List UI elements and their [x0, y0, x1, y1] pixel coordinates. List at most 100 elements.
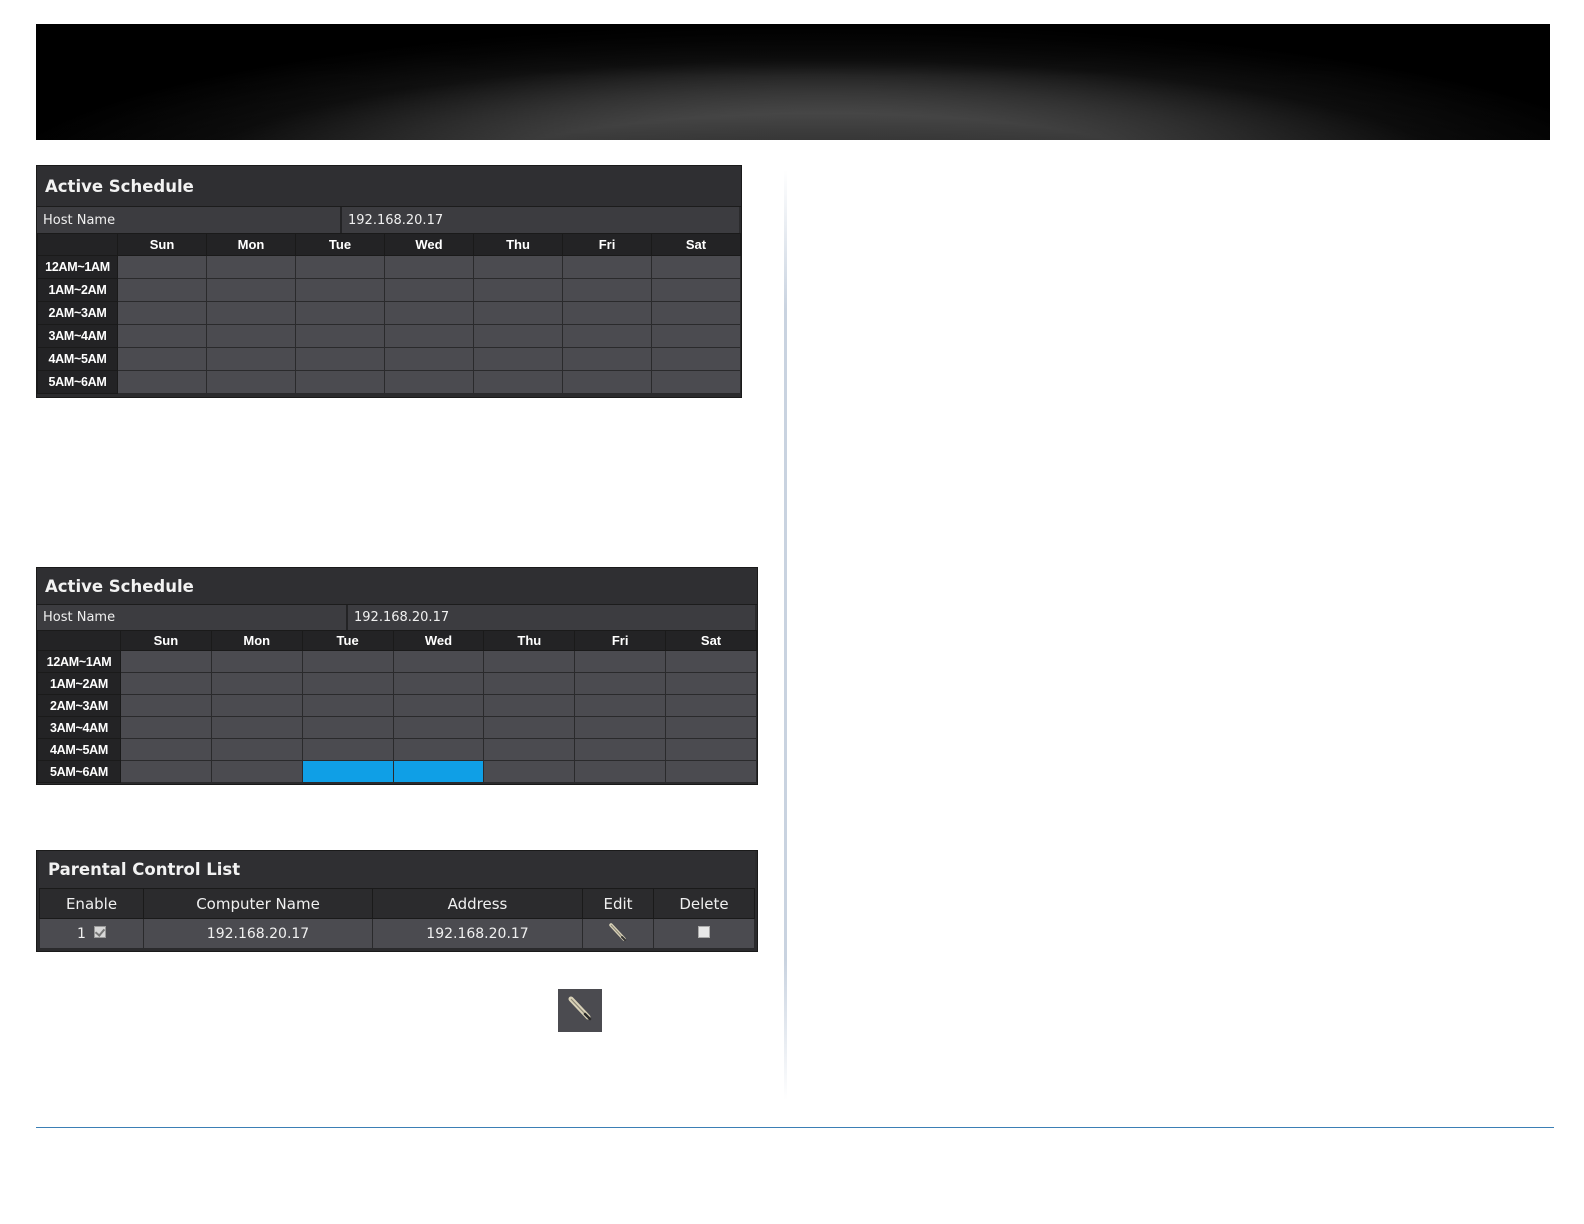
schedule-cell[interactable]: [665, 694, 757, 717]
schedule-cell[interactable]: [120, 694, 212, 717]
schedule-cell[interactable]: [295, 301, 385, 325]
schedule-cell[interactable]: [384, 347, 474, 371]
schedule-cell[interactable]: [574, 672, 667, 695]
schedule-cell[interactable]: [483, 672, 576, 695]
schedule-cell[interactable]: [483, 716, 576, 739]
schedule-cell[interactable]: [483, 738, 576, 761]
schedule-cell[interactable]: [120, 738, 212, 761]
hour-label: 12AM~1AM: [37, 650, 121, 673]
schedule-cell[interactable]: [206, 278, 296, 302]
schedule-cell[interactable]: [665, 716, 757, 739]
schedule-cell[interactable]: [665, 760, 757, 783]
schedule-cell[interactable]: [210, 738, 303, 761]
schedule-cell[interactable]: [120, 672, 212, 695]
schedule-cell[interactable]: [295, 347, 385, 371]
schedule-cell[interactable]: [562, 370, 652, 394]
schedule-cell[interactable]: [117, 347, 207, 371]
schedule-cell[interactable]: [392, 672, 485, 695]
schedule-cell[interactable]: [562, 255, 652, 279]
day-header-mon: Mon: [210, 630, 303, 651]
schedule-cell[interactable]: [206, 347, 296, 371]
schedule-cell[interactable]: [651, 278, 741, 302]
schedule-row: 5AM~6AM: [37, 370, 741, 394]
schedule-cell[interactable]: [665, 672, 757, 695]
schedule-cell[interactable]: [473, 324, 563, 348]
schedule-cell[interactable]: [392, 738, 485, 761]
enable-checkbox[interactable]: [93, 925, 106, 938]
delete-checkbox[interactable]: [698, 925, 710, 938]
schedule-cell[interactable]: [120, 760, 212, 783]
schedule-cell[interactable]: [574, 760, 667, 783]
schedule-cell[interactable]: [392, 650, 485, 673]
schedule-cell[interactable]: [651, 324, 741, 348]
schedule-cell[interactable]: [301, 716, 394, 739]
schedule-cell[interactable]: [210, 760, 303, 783]
schedule-cell[interactable]: [651, 255, 741, 279]
schedule-cell[interactable]: [392, 716, 485, 739]
schedule-cell[interactable]: [665, 738, 757, 761]
schedule-cell[interactable]: [473, 301, 563, 325]
schedule-cell[interactable]: [562, 324, 652, 348]
schedule-cell[interactable]: [384, 301, 474, 325]
schedule-cell[interactable]: [473, 278, 563, 302]
schedule-cell[interactable]: [117, 370, 207, 394]
schedule-cell[interactable]: [301, 694, 394, 717]
schedule-cell[interactable]: [473, 347, 563, 371]
schedule-cell[interactable]: [117, 301, 207, 325]
schedule-cell[interactable]: [301, 672, 394, 695]
hour-label: 12AM~1AM: [37, 255, 118, 279]
schedule-cell[interactable]: [120, 716, 212, 739]
schedule-cell[interactable]: [301, 650, 394, 673]
schedule-cell[interactable]: [473, 255, 563, 279]
schedule-cell[interactable]: [295, 324, 385, 348]
schedule-cell[interactable]: [301, 760, 394, 783]
schedule-cell[interactable]: [651, 370, 741, 394]
row-index: 1: [77, 925, 86, 942]
column-header-computer-name: Computer Name: [143, 888, 373, 919]
pencil-icon[interactable]: [607, 921, 629, 947]
schedule-cell[interactable]: [206, 255, 296, 279]
schedule-cell[interactable]: [562, 301, 652, 325]
schedule-cell[interactable]: [483, 694, 576, 717]
schedule-cell[interactable]: [295, 370, 385, 394]
schedule-cell[interactable]: [651, 347, 741, 371]
schedule-cell[interactable]: [117, 324, 207, 348]
schedule-cell[interactable]: [206, 301, 296, 325]
schedule-cell[interactable]: [117, 255, 207, 279]
schedule-cell[interactable]: [574, 650, 667, 673]
schedule-cell[interactable]: [392, 760, 485, 783]
schedule-cell[interactable]: [117, 278, 207, 302]
schedule-cell[interactable]: [392, 694, 485, 717]
schedule-cell[interactable]: [483, 650, 576, 673]
corner-cell: [37, 630, 121, 651]
schedule-cell[interactable]: [574, 738, 667, 761]
schedule-cell[interactable]: [473, 370, 563, 394]
schedule-cell[interactable]: [562, 278, 652, 302]
schedule-cell[interactable]: [651, 301, 741, 325]
footer-divider: [36, 1127, 1554, 1128]
schedule-cell[interactable]: [384, 255, 474, 279]
schedule-cell[interactable]: [384, 324, 474, 348]
schedule-cell[interactable]: [574, 694, 667, 717]
schedule-cell[interactable]: [206, 370, 296, 394]
schedule-cell[interactable]: [210, 716, 303, 739]
schedule-cell[interactable]: [562, 347, 652, 371]
schedule-cell[interactable]: [301, 738, 394, 761]
schedule-cell[interactable]: [210, 672, 303, 695]
schedule-cell[interactable]: [665, 650, 757, 673]
schedule-cell[interactable]: [210, 694, 303, 717]
schedule-cell[interactable]: [295, 278, 385, 302]
schedule-cell[interactable]: [120, 650, 212, 673]
schedule-cell[interactable]: [295, 255, 385, 279]
schedule-cell[interactable]: [384, 370, 474, 394]
schedule-cell[interactable]: [483, 760, 576, 783]
schedule-cell[interactable]: [384, 278, 474, 302]
schedule-cell[interactable]: [210, 650, 303, 673]
day-header-thu: Thu: [473, 233, 563, 256]
schedule-row: 5AM~6AM: [37, 760, 757, 783]
schedule-grid: Sun Mon Tue Wed Thu Fri Sat 12AM~1AM 1AM~2AM 2AM…: [37, 630, 757, 783]
parental-control-list-panel: Parental Control List Enable Computer Na…: [36, 850, 758, 952]
schedule-row: 2AM~3AM: [37, 301, 741, 325]
schedule-cell[interactable]: [574, 716, 667, 739]
schedule-cell[interactable]: [206, 324, 296, 348]
